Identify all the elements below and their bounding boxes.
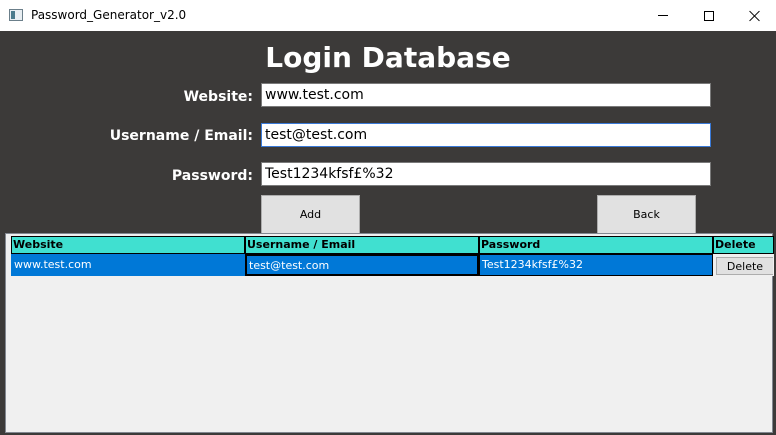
- window-title: Password_Generator_v2.0: [31, 8, 187, 22]
- app-icon: [9, 9, 23, 21]
- table-header: Website Username / Email Password Delete: [11, 236, 774, 254]
- username-input[interactable]: [261, 123, 711, 147]
- page-title: Login Database: [265, 41, 511, 74]
- table-row[interactable]: www.test.com test@test.com Test1234kfsf£…: [11, 254, 774, 276]
- close-icon: [749, 10, 761, 22]
- login-table[interactable]: Website Username / Email Password Delete…: [5, 233, 774, 433]
- password-input[interactable]: [261, 162, 711, 186]
- column-header-username[interactable]: Username / Email: [245, 236, 479, 254]
- maximize-icon: [704, 10, 714, 21]
- column-header-delete[interactable]: Delete: [713, 236, 774, 254]
- column-header-password[interactable]: Password: [479, 236, 713, 254]
- cell-username[interactable]: test@test.com: [245, 254, 479, 276]
- username-label: Username / Email:: [109, 128, 253, 144]
- website-label: Website:: [183, 89, 253, 105]
- cell-password[interactable]: Test1234kfsf£%32: [479, 254, 713, 276]
- column-header-website[interactable]: Website: [11, 236, 245, 254]
- add-button[interactable]: Add: [261, 195, 360, 234]
- login-database-panel: Login Database Website: Username / Email…: [0, 31, 776, 435]
- password-label: Password:: [171, 168, 253, 184]
- website-input[interactable]: [261, 83, 711, 107]
- close-button[interactable]: [732, 0, 776, 31]
- minimize-icon: [658, 15, 668, 16]
- delete-row-button[interactable]: Delete: [716, 257, 773, 275]
- back-button[interactable]: Back: [597, 195, 696, 234]
- title-bar[interactable]: Password_Generator_v2.0: [0, 0, 776, 31]
- minimize-button[interactable]: [640, 0, 686, 31]
- cell-delete: Delete: [713, 254, 774, 276]
- maximize-button[interactable]: [686, 0, 732, 31]
- cell-website[interactable]: www.test.com: [11, 254, 245, 276]
